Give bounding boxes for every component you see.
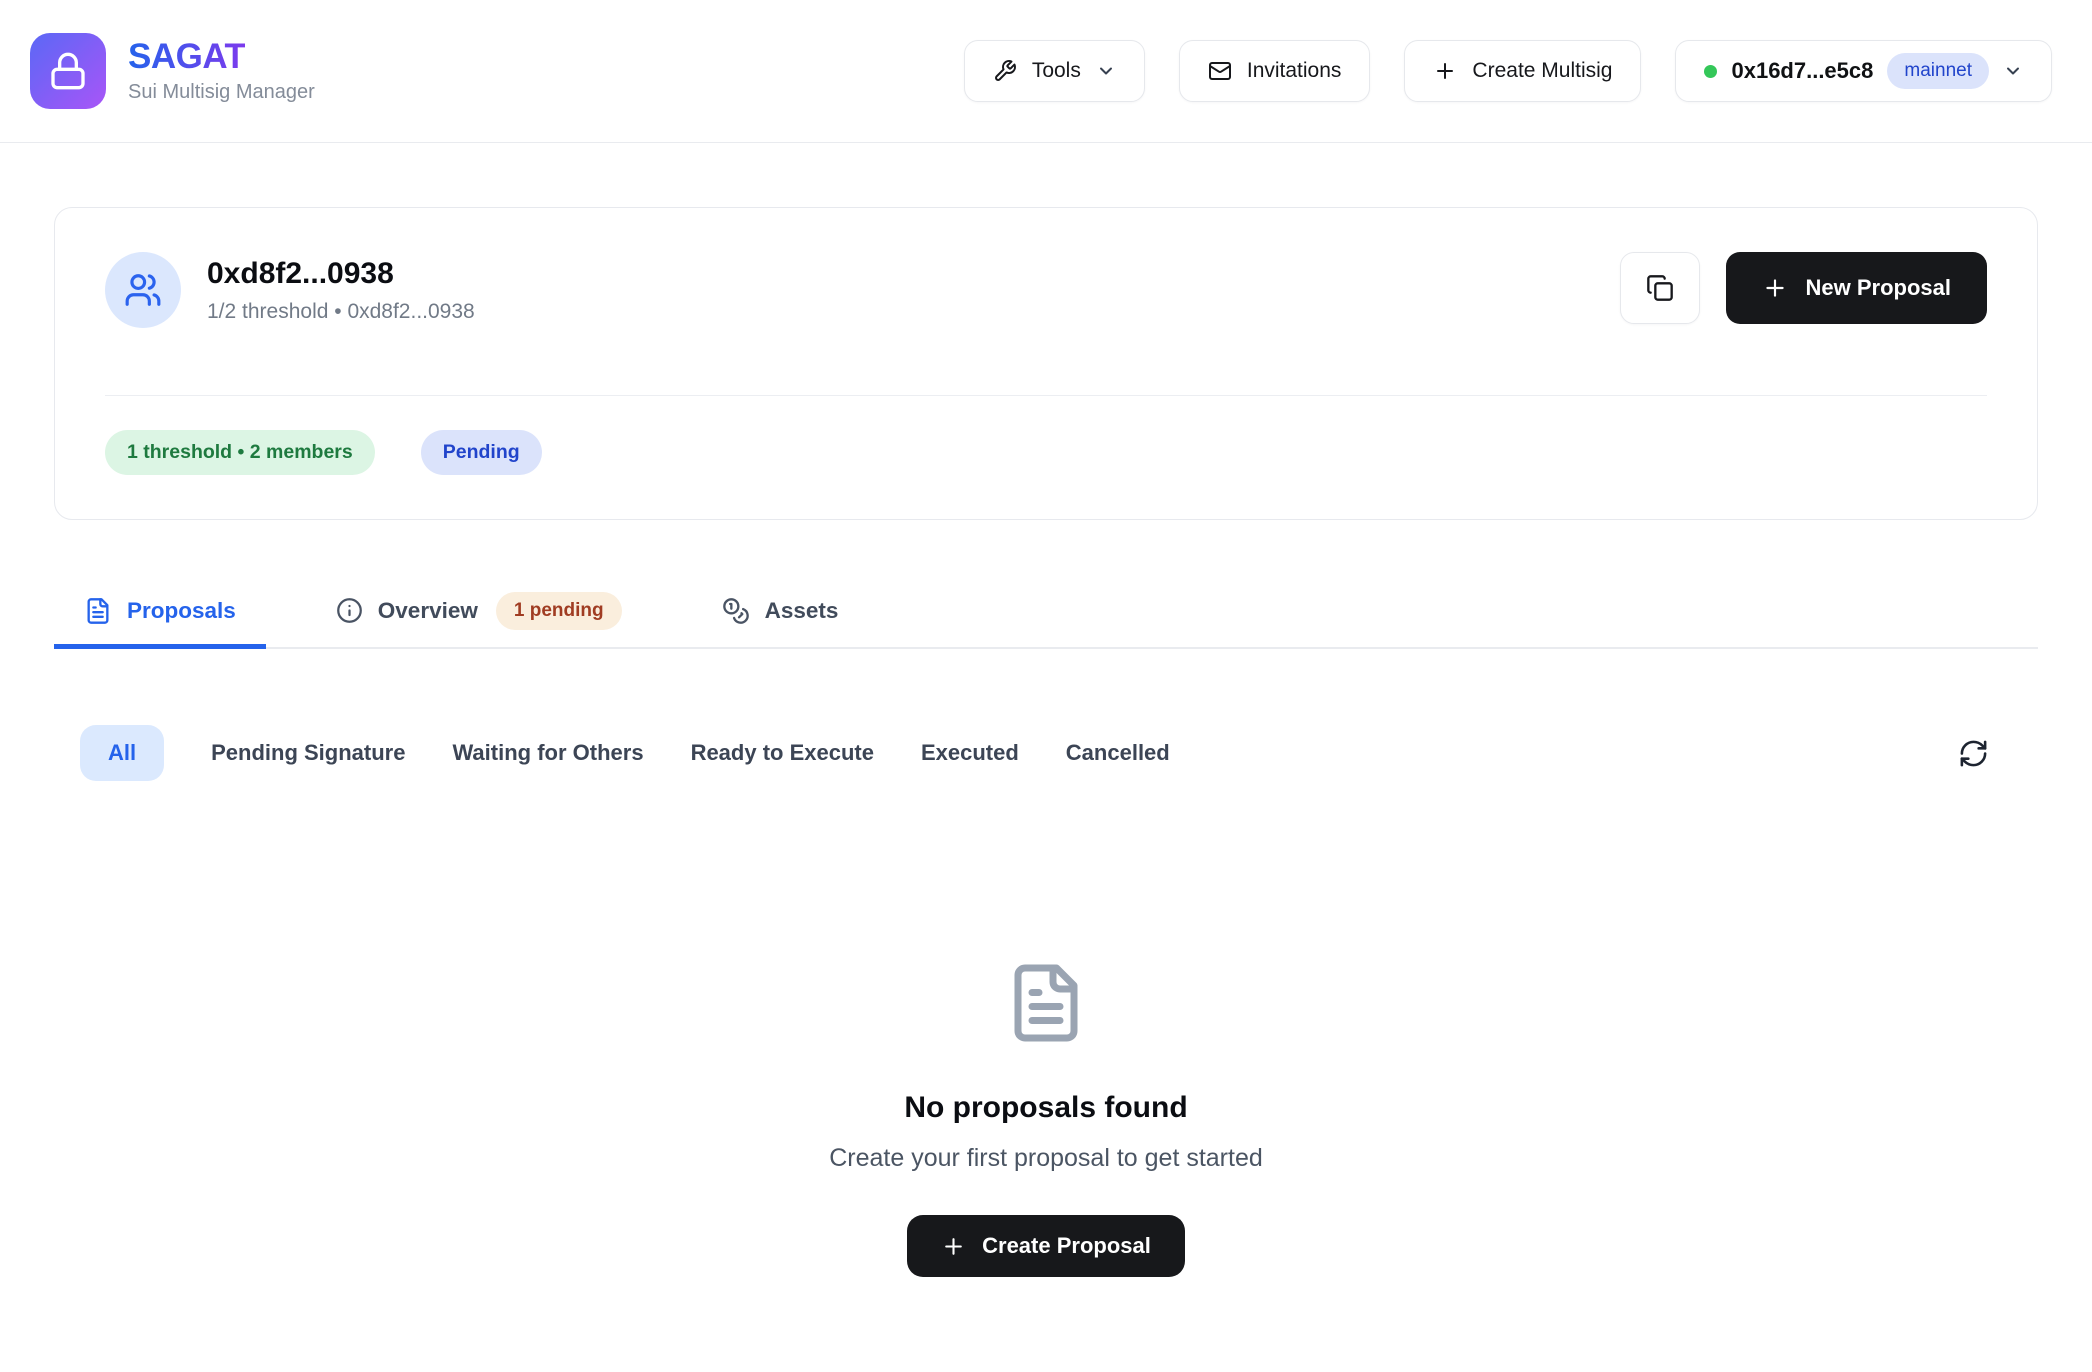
tools-label: Tools	[1032, 59, 1081, 83]
plus-icon	[941, 1234, 966, 1259]
tab-bar: Proposals Overview 1 pending Assets	[54, 577, 2038, 649]
multisig-titles: 0xd8f2...0938 1/2 threshold • 0xd8f2...0…	[207, 257, 475, 324]
filter-ready-to-execute[interactable]: Ready to Execute	[691, 740, 874, 766]
header-actions: Tools Invitations Create Multisig 0x16d7…	[964, 40, 2052, 102]
app-title: SAGAT	[128, 38, 245, 77]
create-multisig-label: Create Multisig	[1472, 59, 1612, 83]
card-divider	[105, 395, 1987, 396]
network-badge: mainnet	[1887, 53, 1989, 89]
tab-overview-label: Overview	[378, 598, 478, 624]
create-proposal-label: Create Proposal	[982, 1233, 1151, 1259]
invitations-label: Invitations	[1247, 59, 1342, 83]
app-logo	[30, 33, 106, 109]
empty-state: No proposals found Create your first pro…	[0, 961, 2092, 1277]
filter-pending-signature[interactable]: Pending Signature	[211, 740, 405, 766]
new-proposal-label: New Proposal	[1806, 275, 1951, 301]
proposal-filters: All Pending Signature Waiting for Others…	[54, 725, 2038, 781]
chevron-down-icon	[2003, 61, 2023, 81]
tab-assets-label: Assets	[765, 598, 839, 624]
multisig-subtitle: 1/2 threshold • 0xd8f2...0938	[207, 300, 475, 324]
tab-assets[interactable]: Assets	[692, 577, 869, 649]
create-proposal-button[interactable]: Create Proposal	[907, 1215, 1185, 1277]
multisig-actions: New Proposal	[1620, 252, 1987, 324]
threshold-members-badge: 1 threshold • 2 members	[105, 430, 375, 475]
main-content: 0xd8f2...0938 1/2 threshold • 0xd8f2...0…	[0, 207, 2092, 1277]
coins-icon	[722, 597, 750, 625]
filter-executed[interactable]: Executed	[921, 740, 1019, 766]
multisig-badges: 1 threshold • 2 members Pending	[105, 430, 1987, 475]
multisig-identity: 0xd8f2...0938 1/2 threshold • 0xd8f2...0…	[105, 252, 475, 328]
empty-state-subtitle: Create your first proposal to get starte…	[829, 1144, 1263, 1173]
invitations-button[interactable]: Invitations	[1179, 40, 1371, 102]
filter-waiting-for-others[interactable]: Waiting for Others	[452, 740, 643, 766]
pending-count-badge: 1 pending	[496, 592, 622, 630]
wrench-icon	[993, 59, 1017, 83]
status-badge: Pending	[421, 430, 542, 475]
copy-address-button[interactable]	[1620, 252, 1700, 324]
wallet-address: 0x16d7...e5c8	[1731, 58, 1873, 84]
users-icon	[124, 271, 162, 309]
multisig-card: 0xd8f2...0938 1/2 threshold • 0xd8f2...0…	[54, 207, 2038, 520]
create-multisig-button[interactable]: Create Multisig	[1404, 40, 1641, 102]
filter-cancelled[interactable]: Cancelled	[1066, 740, 1170, 766]
tab-proposals[interactable]: Proposals	[54, 577, 266, 649]
avatar	[105, 252, 181, 328]
tab-overview[interactable]: Overview 1 pending	[306, 577, 652, 649]
new-proposal-button[interactable]: New Proposal	[1726, 252, 1987, 324]
empty-state-title: No proposals found	[904, 1091, 1187, 1125]
plus-icon	[1433, 59, 1457, 83]
copy-icon	[1646, 274, 1674, 302]
tools-button[interactable]: Tools	[964, 40, 1145, 102]
plus-icon	[1762, 275, 1788, 301]
tab-proposals-label: Proposals	[127, 598, 236, 624]
chevron-down-icon	[1096, 61, 1116, 81]
file-text-icon	[1004, 961, 1088, 1045]
refresh-icon	[1958, 738, 1989, 769]
wallet-account-button[interactable]: 0x16d7...e5c8 mainnet	[1675, 40, 2052, 102]
lock-icon	[48, 51, 88, 91]
app-subtitle: Sui Multisig Manager	[128, 81, 315, 104]
connection-status-dot	[1704, 65, 1717, 78]
app-header: SAGAT Sui Multisig Manager Tools Invitat…	[0, 0, 2092, 143]
brand: SAGAT Sui Multisig Manager	[30, 33, 315, 109]
mail-icon	[1208, 59, 1232, 83]
refresh-button[interactable]	[1954, 734, 1993, 773]
info-icon	[336, 597, 363, 624]
brand-text: SAGAT Sui Multisig Manager	[128, 38, 315, 105]
filter-all[interactable]: All	[80, 725, 164, 781]
multisig-card-header: 0xd8f2...0938 1/2 threshold • 0xd8f2...0…	[105, 252, 1987, 328]
multisig-title: 0xd8f2...0938	[207, 257, 475, 291]
file-text-icon	[84, 597, 112, 625]
